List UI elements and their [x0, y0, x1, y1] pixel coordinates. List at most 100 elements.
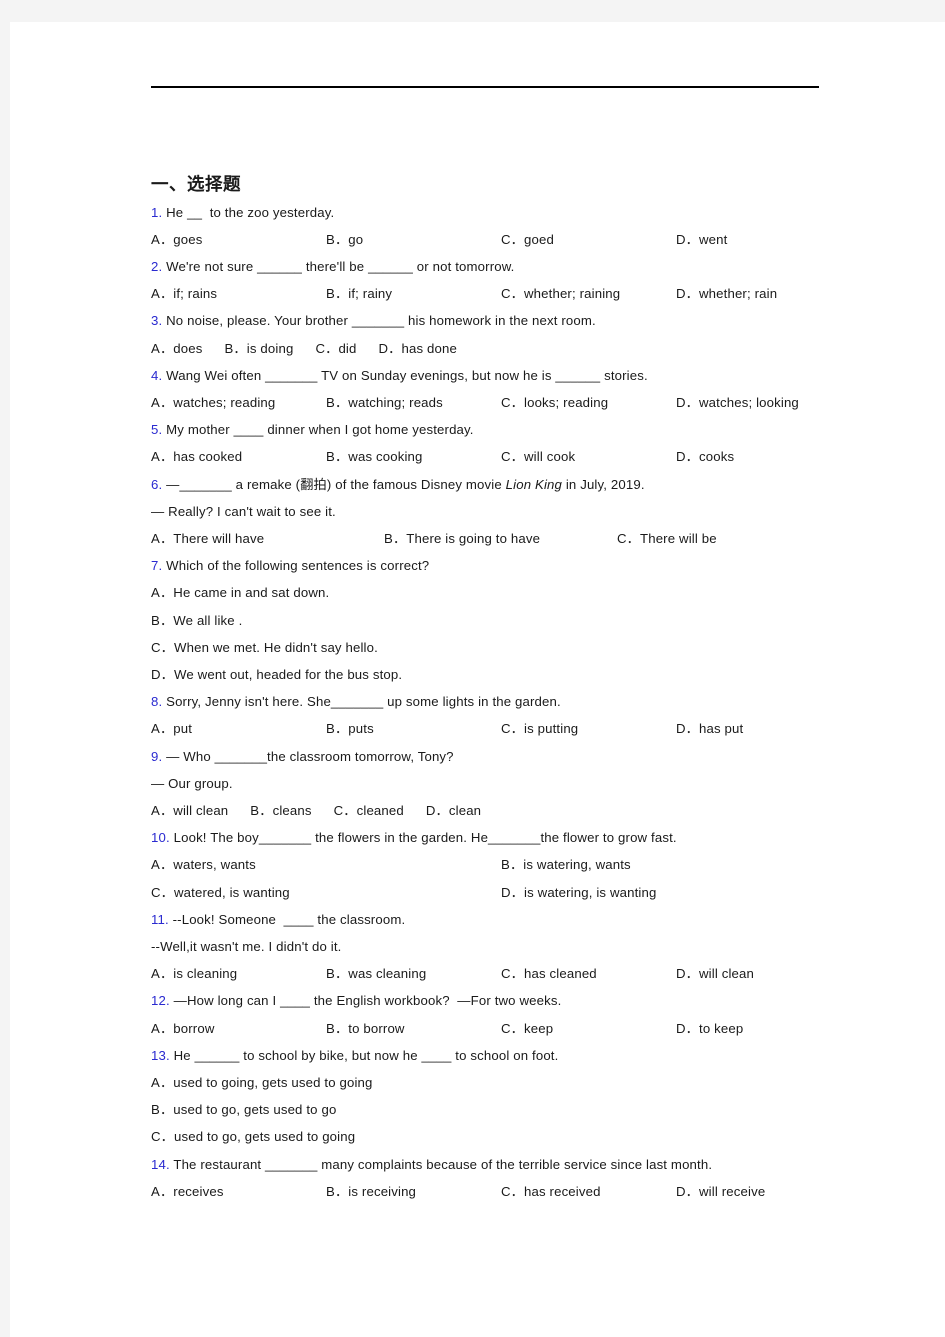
option-b[interactable]: B．used to go, gets used to go [151, 1103, 851, 1116]
option-row: C．watered, is wanting D．is watering, is … [151, 885, 851, 898]
page-title: 一、选择题 [151, 174, 241, 194]
option-c[interactable]: C．is putting [501, 722, 676, 735]
option-b[interactable]: B．puts [326, 722, 501, 735]
option-d[interactable]: D．watches; looking [676, 396, 851, 409]
question-number: 5. [151, 422, 163, 438]
option-d[interactable]: D．will receive [676, 1185, 851, 1198]
option-d[interactable]: D．has done [379, 341, 457, 354]
question-number: 12. [151, 993, 170, 1009]
question-number: 9. [151, 748, 163, 764]
option-row: A．has cooked B．was cooking C．will cook D… [151, 450, 851, 463]
question-text: Wang Wei often _______ TV on Sunday even… [162, 367, 648, 383]
option-b[interactable]: B．go [326, 233, 501, 246]
option-c[interactable]: C．has received [501, 1185, 676, 1198]
option-b[interactable]: B．is watering, wants [501, 858, 851, 871]
option-b[interactable]: B．watching; reads [326, 396, 501, 409]
option-row: A．borrow B．to borrow C．keep D．to keep [151, 1021, 851, 1034]
option-d[interactable]: D．clean [426, 804, 481, 817]
question-stem: 6. —_______ a remake (翻拍) of the famous … [151, 476, 851, 492]
option-a[interactable]: A．has cooked [151, 450, 326, 463]
option-row: A．waters, wants B．is watering, wants [151, 858, 851, 871]
document-page: 一、选择题 1. He __ to the zoo yesterday. A．g… [10, 22, 945, 1337]
option-b[interactable]: B．is doing [224, 341, 293, 354]
option-b[interactable]: B．was cleaning [326, 967, 501, 980]
option-b[interactable]: B．if; rainy [326, 287, 501, 300]
option-c[interactable]: C．whether; raining [501, 287, 676, 300]
option-d[interactable]: D．will clean [676, 967, 851, 980]
question-stem: 7. Which of the following sentences is c… [151, 559, 851, 572]
option-row: A．will clean B．cleans C．cleaned D．clean [151, 804, 851, 817]
question-text: He ______ to school by bike, but now he … [169, 1047, 559, 1063]
question-text: He __ to the zoo yesterday. [162, 204, 335, 220]
question-text-pre: —_______ a remake (翻拍) of the famous Dis… [162, 476, 506, 492]
option-row: A．is cleaning B．was cleaning C．has clean… [151, 967, 851, 980]
document-content: 一、选择题 1. He __ to the zoo yesterday. A．g… [151, 172, 851, 1212]
option-d[interactable]: D．whether; rain [676, 287, 851, 300]
option-d[interactable]: D．went [676, 233, 851, 246]
question-stem: 11. --Look! Someone ____ the classroom. [151, 913, 851, 926]
question-stem-line2: — Really? I can't wait to see it. [151, 503, 336, 519]
question-stem: 2. We're not sure ______ there'll be ___… [151, 260, 851, 273]
question-stem: 12. —How long can I ____ the English wor… [151, 994, 851, 1007]
option-b[interactable]: B．There is going to have [384, 532, 617, 545]
option-c[interactable]: C．will cook [501, 450, 676, 463]
option-c[interactable]: C．There will be [617, 532, 850, 545]
option-a[interactable]: A．put [151, 722, 326, 735]
option-row: A．does B．is doing C．did D．has done [151, 341, 851, 354]
option-d[interactable]: D．to keep [676, 1021, 851, 1034]
option-c[interactable]: C．has cleaned [501, 967, 676, 980]
question-text: — Who _______the classroom tomorrow, Ton… [162, 748, 454, 764]
question-number: 13. [151, 1047, 170, 1063]
question-stem: 9. — Who _______the classroom tomorrow, … [151, 748, 851, 764]
option-d[interactable]: D．cooks [676, 450, 851, 463]
question-stem: 3. No noise, please. Your brother ______… [151, 314, 851, 327]
option-a[interactable]: A．is cleaning [151, 967, 326, 980]
question-stem: 13. He ______ to school by bike, but now… [151, 1049, 851, 1062]
header-divider-rule [151, 86, 819, 88]
option-a[interactable]: A．There will have [151, 532, 384, 545]
option-a[interactable]: A．if; rains [151, 287, 326, 300]
option-a[interactable]: A．waters, wants [151, 858, 501, 871]
option-a[interactable]: A．watches; reading [151, 396, 326, 409]
option-a[interactable]: A．He came in and sat down. [151, 586, 851, 599]
option-b[interactable]: B．cleans [250, 804, 311, 817]
question-number: 4. [151, 367, 163, 383]
option-a[interactable]: A．borrow [151, 1021, 326, 1034]
question-text: Sorry, Jenny isn't here. She_______ up s… [162, 694, 561, 710]
option-b[interactable]: B．was cooking [326, 450, 501, 463]
option-b[interactable]: B．is receiving [326, 1185, 501, 1198]
option-c[interactable]: C．looks; reading [501, 396, 676, 409]
question-stem-line2: --Well,it wasn't me. I didn't do it. [151, 938, 342, 954]
option-b[interactable]: B．to borrow [326, 1021, 501, 1034]
option-row: A．goes B．go C．goed D．went [151, 233, 851, 246]
option-a[interactable]: A．does [151, 341, 202, 354]
option-c[interactable]: C．watered, is wanting [151, 885, 501, 898]
option-a[interactable]: A．goes [151, 233, 326, 246]
question-number: 11. [151, 911, 169, 927]
question-text: Which of the following sentences is corr… [162, 558, 430, 574]
option-b[interactable]: B．We all like . [151, 613, 851, 626]
question-stem: 10. Look! The boy_______ the flowers in … [151, 831, 851, 844]
option-c[interactable]: C．used to go, gets used to going [151, 1130, 851, 1143]
option-a[interactable]: A．receives [151, 1185, 326, 1198]
option-c[interactable]: C．did [315, 341, 356, 354]
option-a[interactable]: A．used to going, gets used to going [151, 1076, 851, 1089]
question-number: 14. [151, 1156, 170, 1172]
option-c[interactable]: C．goed [501, 233, 676, 246]
option-d[interactable]: D．has put [676, 722, 851, 735]
option-a[interactable]: A．will clean [151, 804, 228, 817]
question-stem: 4. Wang Wei often _______ TV on Sunday e… [151, 369, 851, 382]
question-stem-line2: — Our group. [151, 775, 233, 791]
option-c[interactable]: C．keep [501, 1021, 676, 1034]
question-stem: 8. Sorry, Jenny isn't here. She_______ u… [151, 695, 851, 708]
option-d[interactable]: D．is watering, is wanting [501, 885, 851, 898]
question-text: Look! The boy_______ the flowers in the … [169, 830, 677, 846]
question-text: We're not sure ______ there'll be ______… [162, 258, 515, 274]
question-text: My mother ____ dinner when I got home ye… [162, 422, 474, 438]
option-d[interactable]: D．We went out, headed for the bus stop. [151, 668, 851, 681]
question-number: 1. [151, 204, 163, 220]
option-c[interactable]: C．cleaned [334, 804, 404, 817]
option-row: A．There will have B．There is going to ha… [151, 532, 851, 545]
question-text-post: in July, 2019. [562, 476, 645, 492]
option-c[interactable]: C．When we met. He didn't say hello. [151, 641, 851, 654]
